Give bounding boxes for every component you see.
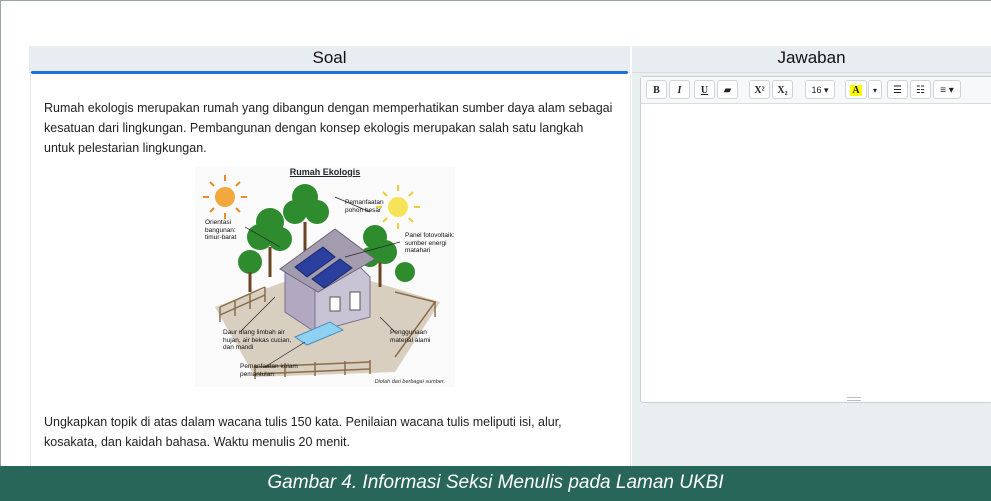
align-dropdown-button[interactable]: ≡ ▾	[933, 80, 961, 99]
jawaban-header: Jawaban	[632, 46, 991, 73]
font-size-value: 16	[811, 85, 822, 95]
question-instruction: Ungkapkan topik di atas dalam wacana tul…	[44, 415, 562, 449]
eraser-button[interactable]: ▰	[717, 80, 738, 99]
figure-caption: Gambar 4. Informasi Seksi Menulis pada L…	[267, 472, 724, 493]
label-kolam: Pemanfaatan kolam pemantulan	[240, 363, 298, 378]
numbered-list-button[interactable]: ☷	[910, 80, 931, 99]
question-intro: Rumah ekologis merupakan rumah yang diba…	[44, 101, 613, 155]
label-pemanfaatan-pohon: Pemanfaatan pohon besar	[345, 199, 384, 214]
right-sun-icon	[388, 197, 408, 217]
bullet-list-button[interactable]: ☰	[887, 80, 908, 99]
subscript-button[interactable]: X₂	[772, 80, 793, 99]
label-orientasi: Orientasi bangunan: timur-barat	[205, 219, 237, 241]
resize-grip[interactable]	[847, 397, 861, 401]
editor-toolbar: B I U ▰ X² X₂ 16 ▾ A ▾ ☰ ☷ ≡ ▾	[641, 77, 991, 104]
highlight-color-button[interactable]: A	[845, 80, 867, 99]
label-panel: Panel fotovoltaik: sumber energi matahar…	[405, 232, 455, 254]
underline-button[interactable]: U	[694, 80, 715, 99]
bold-button[interactable]: B	[646, 80, 667, 99]
frame-left-border	[0, 0, 1, 466]
align-icon: ≡	[940, 85, 947, 96]
italic-button[interactable]: I	[669, 80, 690, 99]
soal-header: Soal	[29, 46, 630, 73]
highlight-icon: A	[850, 85, 862, 96]
house-illustration	[203, 175, 440, 379]
figure-source: Diolah dari berbagai sumber.	[374, 379, 445, 385]
font-size-dropdown[interactable]: 16 ▾	[805, 80, 835, 99]
label-daur-ulang: Daur ulang limbah air hujan, air bekas c…	[223, 329, 292, 351]
label-penggunaan: Penggunaan material alami	[390, 329, 431, 344]
rumah-ekologis-illustration: Rumah Ekologis Orientasi bangunan: timur…	[195, 167, 455, 387]
left-sun-icon	[215, 187, 235, 207]
figure-title: Rumah Ekologis	[289, 167, 361, 177]
superscript-button[interactable]: X²	[749, 80, 770, 99]
soal-title: Soal	[312, 48, 347, 67]
window	[329, 296, 341, 312]
answer-editor: B I U ▰ X² X₂ 16 ▾ A ▾ ☰ ☷ ≡ ▾	[640, 76, 991, 403]
door	[349, 291, 361, 311]
figure-caption-bar: Gambar 4. Informasi Seksi Menulis pada L…	[0, 466, 991, 501]
frame-top-border	[0, 0, 991, 1]
highlight-dropdown-button[interactable]: ▾	[868, 80, 882, 99]
jawaban-title: Jawaban	[777, 48, 846, 67]
